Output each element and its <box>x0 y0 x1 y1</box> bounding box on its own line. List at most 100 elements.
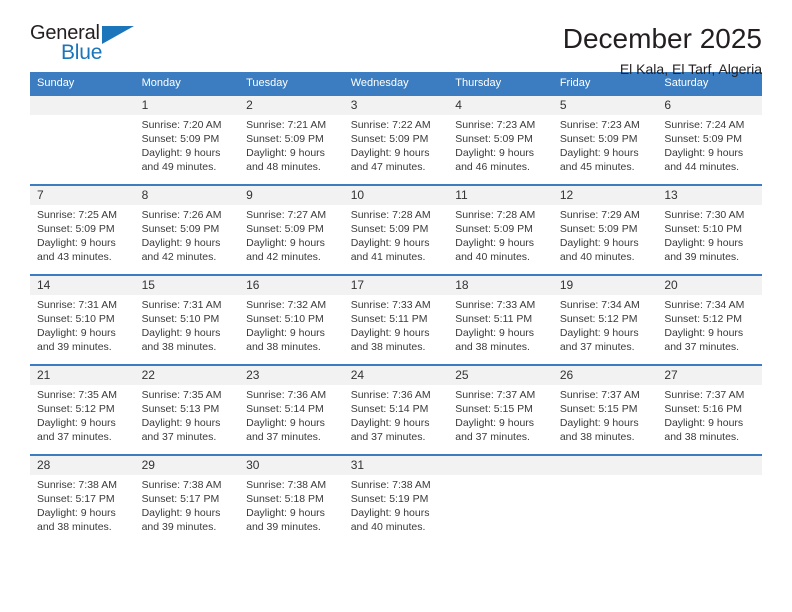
calendar-day-cell[interactable]: 22 Sunrise: 7:35 AM Sunset: 5:13 PM Dayligh… <box>134 364 240 455</box>
calendar-day-cell[interactable]: 16 Sunrise: 7:32 AM Sunset: 5:10 PM Dayligh… <box>239 274 344 365</box>
calendar-day-cell[interactable]: 7 Sunrise: 7:25 AM Sunset: 5:09 PM Daylight… <box>30 184 135 275</box>
calendar-day-cell[interactable]: 28 Sunrise: 7:38 AM Sunset: 5:17 PM Dayligh… <box>30 454 135 545</box>
daylight-text-cont: and 39 minutes. <box>37 341 112 353</box>
sunrise-text: Sunrise: 7:28 AM <box>455 209 536 221</box>
calendar-cell-empty <box>552 454 658 545</box>
calendar-day-cell[interactable]: 25 Sunrise: 7:37 AM Sunset: 5:15 PM Dayligh… <box>448 364 553 455</box>
sunset-text: Sunset: 5:09 PM <box>455 223 533 235</box>
calendar-day-cell[interactable]: 6 Sunrise: 7:24 AM Sunset: 5:09 PM Daylight… <box>657 94 762 185</box>
calendar-day-cell[interactable]: 12 Sunrise: 7:29 AM Sunset: 5:09 PM Dayligh… <box>552 184 658 275</box>
daylight-text-cont: and 42 minutes. <box>246 251 321 263</box>
calendar-day-cell[interactable]: 2 Sunrise: 7:21 AM Sunset: 5:09 PM Daylight… <box>239 94 344 185</box>
day-number: 7 <box>30 186 135 205</box>
sunset-text: Sunset: 5:12 PM <box>559 313 638 325</box>
day-number: 19 <box>552 276 658 295</box>
daylight-text-cont: and 38 minutes. <box>350 341 426 353</box>
day-cell-inner: 3 Sunrise: 7:22 AM Sunset: 5:09 PM Daylight… <box>343 96 449 184</box>
day-number: 2 <box>239 96 344 115</box>
calendar-cell-empty <box>30 94 135 185</box>
day-number: 29 <box>134 456 240 475</box>
daylight-text: Daylight: 9 hours <box>455 327 535 339</box>
sunrise-text: Sunrise: 7:36 AM <box>246 389 327 401</box>
calendar-day-cell[interactable]: 14 Sunrise: 7:31 AM Sunset: 5:10 PM Dayligh… <box>30 274 135 365</box>
daylight-text: Daylight: 9 hours <box>664 147 744 159</box>
calendar-day-cell[interactable]: 17 Sunrise: 7:33 AM Sunset: 5:11 PM Dayligh… <box>343 274 449 365</box>
day-number: 31 <box>343 456 449 475</box>
calendar-day-cell[interactable]: 18 Sunrise: 7:33 AM Sunset: 5:11 PM Dayligh… <box>448 274 553 365</box>
day-sun-info: Sunrise: 7:29 AM Sunset: 5:09 PM Daylight:… <box>553 205 658 264</box>
daylight-text: Daylight: 9 hours <box>141 147 221 159</box>
calendar-day-cell[interactable]: 1 Sunrise: 7:20 AM Sunset: 5:09 PM Daylight… <box>134 94 240 185</box>
day-sun-info: Sunrise: 7:33 AM Sunset: 5:11 PM Daylight:… <box>344 295 449 354</box>
daylight-text: Daylight: 9 hours <box>559 327 639 339</box>
day-cell-inner: 18 Sunrise: 7:33 AM Sunset: 5:11 PM Dayligh… <box>448 276 553 364</box>
sunrise-text: Sunrise: 7:23 AM <box>559 119 640 131</box>
day-cell-inner: 6 Sunrise: 7:24 AM Sunset: 5:09 PM Daylight… <box>657 96 762 184</box>
calendar-week-row: 7 Sunrise: 7:25 AM Sunset: 5:09 PM Daylight… <box>30 184 762 275</box>
calendar-day-cell[interactable]: 8 Sunrise: 7:26 AM Sunset: 5:09 PM Daylight… <box>134 184 240 275</box>
sunset-text: Sunset: 5:09 PM <box>141 133 220 145</box>
calendar-day-cell[interactable]: 15 Sunrise: 7:31 AM Sunset: 5:10 PM Dayligh… <box>134 274 240 365</box>
calendar-day-cell[interactable]: 5 Sunrise: 7:23 AM Sunset: 5:09 PM Daylight… <box>552 94 658 185</box>
day-number: 20 <box>657 276 762 295</box>
day-number: 21 <box>30 366 135 385</box>
calendar-day-cell[interactable]: 13 Sunrise: 7:30 AM Sunset: 5:10 PM Dayligh… <box>657 184 762 275</box>
calendar-day-cell[interactable]: 3 Sunrise: 7:22 AM Sunset: 5:09 PM Daylight… <box>343 94 449 185</box>
day-sun-info: Sunrise: 7:23 AM Sunset: 5:09 PM Daylight:… <box>448 115 553 174</box>
daylight-text-cont: and 37 minutes. <box>559 341 635 353</box>
page-title: December 2025 <box>562 23 762 54</box>
calendar-day-cell[interactable]: 23 Sunrise: 7:36 AM Sunset: 5:14 PM Dayligh… <box>239 364 344 455</box>
day-cell-inner: 14 Sunrise: 7:31 AM Sunset: 5:10 PM Dayligh… <box>30 276 135 364</box>
daylight-text-cont: and 40 minutes. <box>350 521 426 533</box>
sunset-text: Sunset: 5:10 PM <box>664 223 743 235</box>
day-number <box>448 456 553 475</box>
daylight-text-cont: and 38 minutes. <box>37 521 112 533</box>
day-cell-inner <box>552 456 658 545</box>
general-blue-logo[interactable]: General Blue <box>30 22 140 68</box>
calendar-week-row: 1 Sunrise: 7:20 AM Sunset: 5:09 PM Daylight… <box>30 94 762 185</box>
day-sun-info: Sunrise: 7:22 AM Sunset: 5:09 PM Daylight:… <box>344 115 449 174</box>
calendar-day-cell[interactable]: 11 Sunrise: 7:28 AM Sunset: 5:09 PM Dayligh… <box>448 184 553 275</box>
day-cell-inner: 1 Sunrise: 7:20 AM Sunset: 5:09 PM Daylight… <box>134 96 240 184</box>
day-number: 26 <box>552 366 658 385</box>
day-sun-info: Sunrise: 7:36 AM Sunset: 5:14 PM Daylight:… <box>239 385 344 444</box>
weekday-header-thursday: Thursday <box>448 72 553 95</box>
day-number: 17 <box>343 276 449 295</box>
calendar-day-cell[interactable]: 29 Sunrise: 7:38 AM Sunset: 5:17 PM Dayligh… <box>134 454 240 545</box>
daylight-text-cont: and 38 minutes. <box>559 431 635 443</box>
sunrise-text: Sunrise: 7:32 AM <box>246 299 327 311</box>
day-cell-inner: 20 Sunrise: 7:34 AM Sunset: 5:12 PM Dayligh… <box>657 276 762 364</box>
sunrise-text: Sunrise: 7:34 AM <box>559 299 640 311</box>
calendar-day-cell[interactable]: 4 Sunrise: 7:23 AM Sunset: 5:09 PM Daylight… <box>448 94 553 185</box>
calendar-day-cell[interactable]: 31 Sunrise: 7:38 AM Sunset: 5:19 PM Dayligh… <box>343 454 449 545</box>
daylight-text: Daylight: 9 hours <box>455 147 535 159</box>
daylight-text: Daylight: 9 hours <box>37 327 116 339</box>
sunset-text: Sunset: 5:09 PM <box>350 223 429 235</box>
calendar-day-cell[interactable]: 27 Sunrise: 7:37 AM Sunset: 5:16 PM Dayligh… <box>657 364 762 455</box>
day-cell-inner: 7 Sunrise: 7:25 AM Sunset: 5:09 PM Daylight… <box>30 186 135 274</box>
day-sun-info: Sunrise: 7:28 AM Sunset: 5:09 PM Daylight:… <box>448 205 553 264</box>
sunset-text: Sunset: 5:11 PM <box>455 313 533 325</box>
day-number: 3 <box>343 96 449 115</box>
sunset-text: Sunset: 5:09 PM <box>455 133 533 145</box>
calendar-day-cell[interactable]: 21 Sunrise: 7:35 AM Sunset: 5:12 PM Dayligh… <box>30 364 135 455</box>
sunrise-text: Sunrise: 7:38 AM <box>141 479 222 491</box>
calendar-day-cell[interactable]: 30 Sunrise: 7:38 AM Sunset: 5:18 PM Dayligh… <box>239 454 344 545</box>
sunset-text: Sunset: 5:11 PM <box>350 313 428 325</box>
calendar-day-cell[interactable]: 19 Sunrise: 7:34 AM Sunset: 5:12 PM Dayligh… <box>552 274 658 365</box>
daylight-text: Daylight: 9 hours <box>455 417 535 429</box>
calendar-page: General Blue December 2025 El Kala, El T… <box>0 0 792 612</box>
day-sun-info: Sunrise: 7:38 AM Sunset: 5:17 PM Daylight:… <box>30 475 135 534</box>
calendar-day-cell[interactable]: 10 Sunrise: 7:28 AM Sunset: 5:09 PM Dayligh… <box>343 184 449 275</box>
daylight-text: Daylight: 9 hours <box>37 237 116 249</box>
day-sun-info: Sunrise: 7:21 AM Sunset: 5:09 PM Daylight:… <box>239 115 344 174</box>
day-number: 14 <box>30 276 135 295</box>
daylight-text-cont: and 44 minutes. <box>664 161 740 173</box>
day-sun-info: Sunrise: 7:38 AM Sunset: 5:17 PM Daylight:… <box>135 475 240 534</box>
calendar-day-cell[interactable]: 26 Sunrise: 7:37 AM Sunset: 5:15 PM Dayligh… <box>552 364 658 455</box>
daylight-text: Daylight: 9 hours <box>559 237 639 249</box>
calendar-week-row: 14 Sunrise: 7:31 AM Sunset: 5:10 PM Dayligh… <box>30 274 762 365</box>
calendar-day-cell[interactable]: 24 Sunrise: 7:36 AM Sunset: 5:14 PM Dayligh… <box>343 364 449 455</box>
calendar-day-cell[interactable]: 20 Sunrise: 7:34 AM Sunset: 5:12 PM Dayligh… <box>657 274 762 365</box>
calendar-day-cell[interactable]: 9 Sunrise: 7:27 AM Sunset: 5:09 PM Daylight… <box>239 184 344 275</box>
